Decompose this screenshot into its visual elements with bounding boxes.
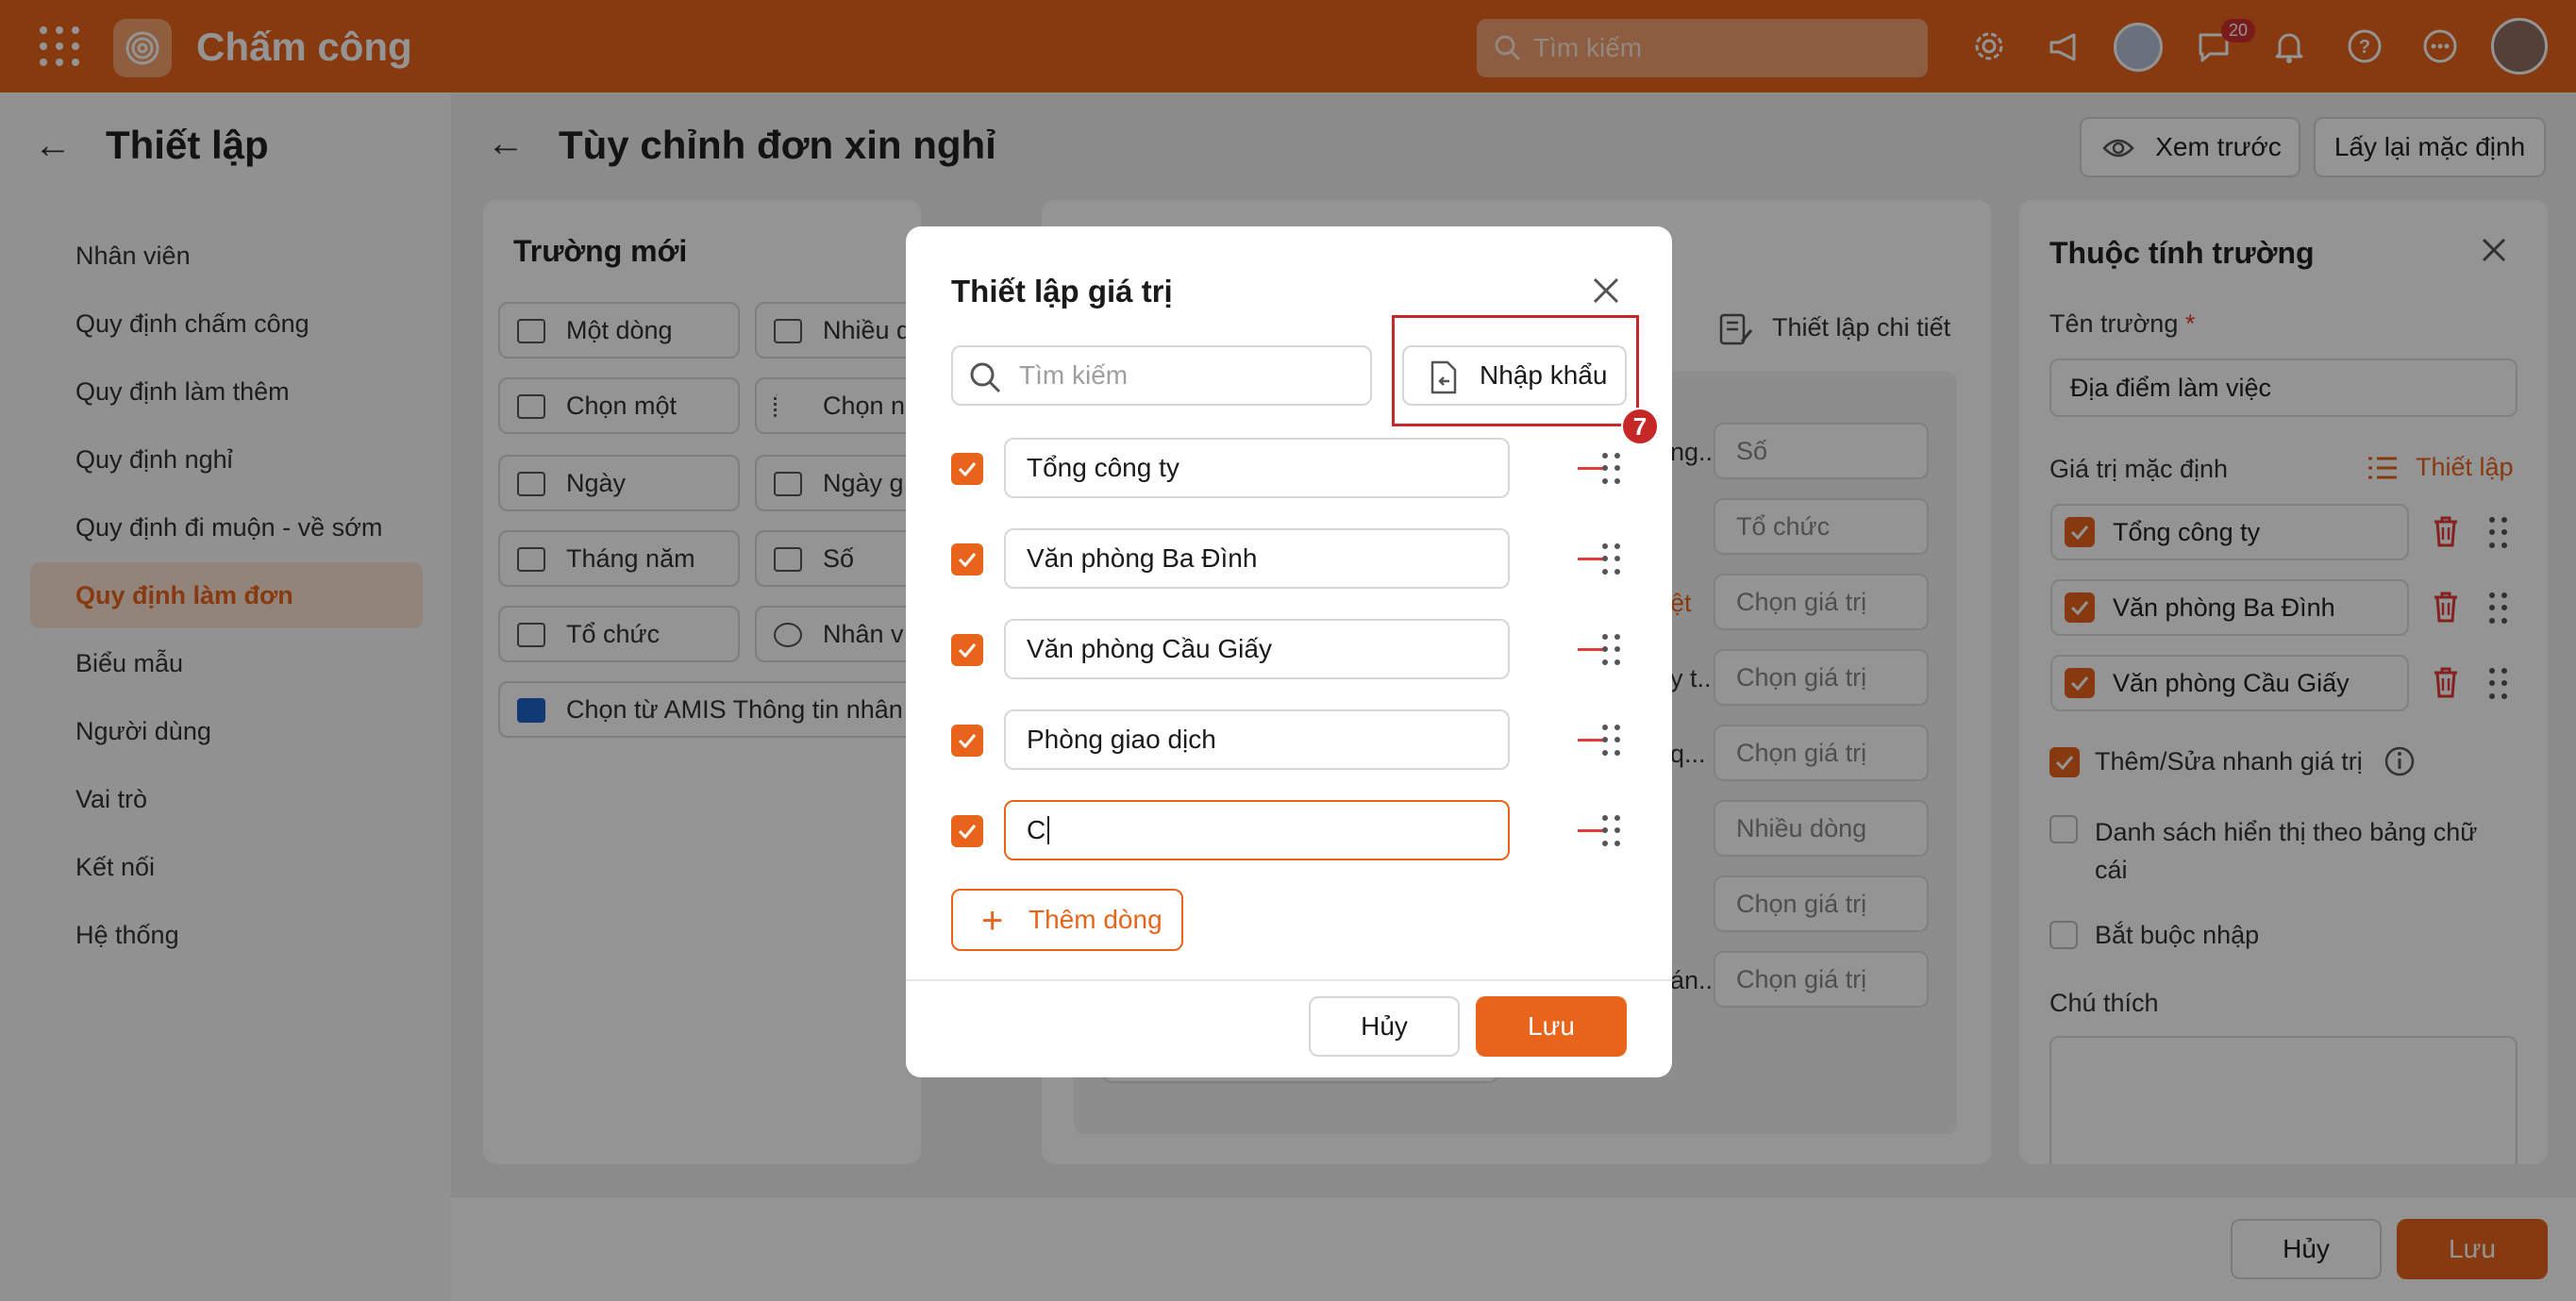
remove-row-icon[interactable] — [1578, 739, 1604, 742]
set-values-dialog: Thiết lập giá trị Tìm kiếm Nhập khẩu 7 T… — [906, 226, 1672, 1077]
plus-icon: + — [981, 900, 1004, 942]
dialog-title: Thiết lập giá trị — [951, 274, 1173, 309]
annotation-highlight-box — [1392, 315, 1639, 426]
drag-handle-icon[interactable] — [1602, 453, 1621, 485]
value-row: Văn phòng Ba Đình — [951, 528, 1640, 589]
value-row-input-active[interactable]: C — [1004, 800, 1510, 860]
value-row: Phòng giao dịch — [951, 709, 1640, 770]
dialog-cancel-label: Hủy — [1361, 1011, 1408, 1041]
value-row: Tổng công ty — [951, 438, 1640, 498]
value-row-input[interactable]: Văn phòng Ba Đình — [1004, 528, 1510, 589]
text-caret — [1047, 816, 1050, 844]
dialog-save-button[interactable]: Lưu — [1476, 996, 1627, 1057]
active-input-text: C — [1027, 815, 1046, 844]
search-icon — [970, 362, 1001, 393]
dialog-search-input[interactable]: Tìm kiếm — [951, 345, 1372, 406]
value-row: C — [951, 800, 1640, 860]
value-row-checkbox[interactable] — [951, 725, 983, 757]
add-row-label: Thêm dòng — [1029, 905, 1163, 934]
remove-row-icon[interactable] — [1578, 558, 1604, 560]
value-row-checkbox[interactable] — [951, 453, 983, 485]
dialog-save-label: Lưu — [1528, 1011, 1575, 1041]
value-row: Văn phòng Cầu Giấy — [951, 619, 1640, 679]
dialog-footer-divider — [906, 979, 1672, 981]
drag-handle-icon[interactable] — [1602, 725, 1621, 757]
drag-handle-icon[interactable] — [1602, 543, 1621, 575]
value-row-checkbox[interactable] — [951, 543, 983, 575]
dialog-cancel-button[interactable]: Hủy — [1309, 996, 1460, 1057]
remove-row-icon[interactable] — [1578, 648, 1604, 651]
value-row-input[interactable]: Phòng giao dịch — [1004, 709, 1510, 770]
close-icon[interactable] — [1587, 272, 1625, 309]
remove-row-icon[interactable] — [1578, 467, 1604, 470]
drag-handle-icon[interactable] — [1602, 815, 1621, 847]
add-row-button[interactable]: + Thêm dòng — [951, 889, 1183, 951]
value-row-checkbox[interactable] — [951, 634, 983, 666]
remove-row-icon[interactable] — [1578, 829, 1604, 832]
dialog-search-placeholder: Tìm kiếm — [1019, 360, 1129, 390]
drag-handle-icon[interactable] — [1602, 634, 1621, 666]
value-row-checkbox[interactable] — [951, 815, 983, 847]
value-row-input[interactable]: Văn phòng Cầu Giấy — [1004, 619, 1510, 679]
value-row-input[interactable]: Tổng công ty — [1004, 438, 1510, 498]
